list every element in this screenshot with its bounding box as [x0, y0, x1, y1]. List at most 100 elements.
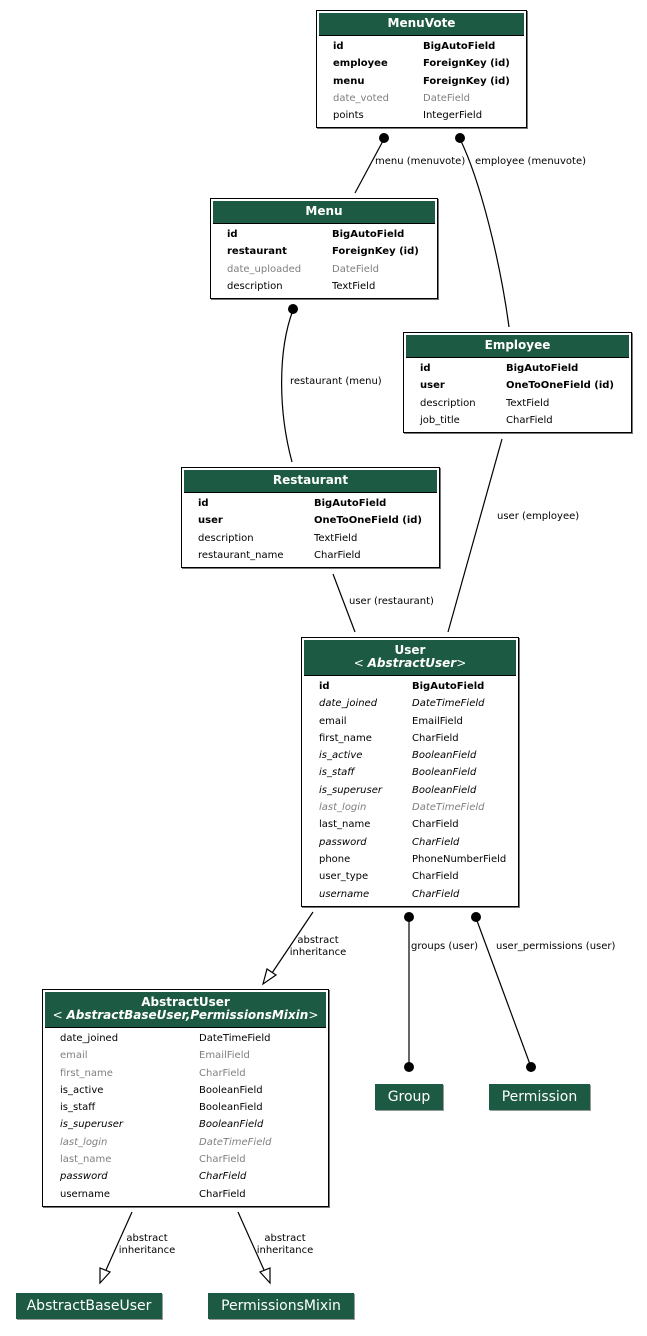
model-user[interactable]: User < AbstractUser> id BigAutoField date_… — [301, 637, 519, 907]
field-type: CharField — [199, 1188, 246, 1200]
field-type: ForeignKey (id) — [332, 246, 419, 258]
model-header: AbstractUser < AbstractBaseUser,Permissi… — [45, 992, 326, 1028]
field-row: date_voted DateField — [317, 90, 526, 107]
field-name: is_active — [319, 750, 363, 762]
field-type: CharField — [314, 549, 361, 561]
field-name: password — [60, 1171, 108, 1183]
edge-label-employee-menuvote: employee (menuvote) — [475, 156, 587, 167]
field-name: job_title — [420, 414, 460, 426]
model-menuvote[interactable]: MenuVote id BigAutoField employee ForeignKe… — [316, 10, 527, 129]
inheritance-arrowhead — [258, 1267, 271, 1285]
field-type: BooleanField — [199, 1119, 264, 1131]
edge-label-abstract-inheritance: abstract inheritance — [256, 1233, 314, 1257]
model-restaurant[interactable]: Restaurant id BigAutoField user OneToOneFie… — [181, 467, 440, 569]
field-row: last_login DateTimeField — [302, 799, 518, 816]
field-row: description TextField — [404, 395, 631, 412]
field-name: is_active — [60, 1084, 104, 1096]
field-name: user — [420, 380, 445, 392]
field-name: first_name — [60, 1067, 113, 1079]
field-row: id BigAutoField — [182, 495, 439, 512]
model-title: User — [394, 643, 426, 657]
field-type: DateTimeField — [412, 698, 485, 710]
field-row: password CharField — [302, 834, 518, 851]
field-name: id — [198, 498, 209, 509]
field-name: description — [420, 397, 476, 409]
field-name: last_login — [60, 1136, 108, 1148]
field-list: id BigAutoField restaurant ForeignKey (id) d… — [211, 224, 437, 298]
field-row: username CharField — [43, 1186, 328, 1203]
field-type: BigAutoField — [423, 41, 496, 52]
field-name: is_staff — [319, 767, 355, 779]
model-abstractuser[interactable]: AbstractUser < AbstractBaseUser,Permissi… — [42, 989, 329, 1207]
field-name: restaurant_name — [198, 549, 284, 561]
field-type: CharField — [412, 836, 460, 848]
field-row: user OneToOneField (id) — [182, 512, 439, 529]
field-name: username — [60, 1188, 110, 1200]
field-name: description — [198, 532, 254, 544]
field-name: email — [319, 715, 347, 727]
model-header: Employee — [406, 335, 629, 358]
field-row: description TextField — [211, 278, 437, 295]
field-type: BigAutoField — [506, 363, 579, 374]
field-list: id BigAutoField employee ForeignKey (id) men… — [317, 36, 526, 127]
field-type: DateField — [332, 263, 379, 275]
field-name: username — [319, 888, 370, 900]
field-row: menu ForeignKey (id) — [317, 73, 526, 90]
field-type: CharField — [412, 871, 459, 883]
edge-label-abstract-inheritance: abstract inheritance — [118, 1233, 176, 1257]
edge-label-user-restaurant: user (restaurant) — [349, 596, 434, 607]
field-type: CharField — [199, 1171, 247, 1183]
field-row: is_superuser BooleanField — [302, 782, 518, 799]
field-name: is_staff — [60, 1102, 96, 1114]
field-name: password — [319, 836, 367, 848]
parent-class-names: AbstractBaseUser,PermissionsMixin — [66, 1008, 309, 1022]
field-row: date_joined DateTimeField — [43, 1030, 328, 1047]
field-type: ForeignKey (id) — [423, 75, 510, 87]
edge-user-employee — [447, 438, 503, 633]
label-line: abstract — [126, 1233, 168, 1244]
parent-class-names: AbstractUser — [367, 656, 457, 670]
field-name: menu — [333, 75, 365, 87]
field-row: is_superuser BooleanField — [43, 1116, 328, 1133]
field-name: id — [420, 363, 431, 374]
model-title: AbstractUser — [141, 995, 230, 1009]
field-row: job_title CharField — [404, 412, 631, 429]
field-type: OneToOneField (id) — [314, 515, 423, 527]
model-title: MenuVote — [387, 16, 456, 30]
field-row: last_login DateTimeField — [43, 1134, 328, 1151]
field-name: restaurant — [227, 246, 287, 258]
node-group[interactable]: Group — [375, 1084, 443, 1110]
model-title: Employee — [484, 338, 551, 352]
field-type: PhoneNumberField — [412, 853, 507, 865]
field-type: BigAutoField — [314, 498, 387, 509]
node-abstractbaseuser[interactable]: AbstractBaseUser — [16, 1293, 162, 1319]
edge-dot-groups-user-bottom — [404, 1062, 414, 1072]
field-name: points — [333, 110, 364, 122]
edge-label-menu-menuvote: menu (menuvote) — [375, 156, 466, 167]
field-row: last_name CharField — [43, 1151, 328, 1168]
field-type: BooleanField — [412, 767, 477, 779]
field-type: TextField — [332, 280, 376, 292]
model-header: Restaurant — [184, 470, 437, 493]
field-name: id — [319, 681, 330, 692]
field-type: ForeignKey (id) — [423, 58, 510, 70]
field-type: DateTimeField — [199, 1136, 272, 1148]
edge-label-abstract-inheritance: abstract inheritance — [289, 935, 347, 959]
field-type: BigAutoField — [332, 229, 405, 240]
node-permission[interactable]: Permission — [489, 1084, 590, 1110]
field-row: points IntegerField — [317, 107, 526, 124]
node-permissionsmixin[interactable]: PermissionsMixin — [208, 1293, 354, 1319]
field-type: DateField — [423, 92, 470, 104]
field-name: id — [227, 229, 238, 240]
model-menu[interactable]: Menu id BigAutoField restaurant ForeignKey … — [210, 198, 438, 300]
field-type: CharField — [412, 732, 459, 744]
field-list: date_joined DateTimeField email EmailField f… — [43, 1028, 328, 1206]
model-employee[interactable]: Employee id BigAutoField user OneToOneField… — [403, 332, 632, 434]
edge-dot-user-permissions-bottom — [526, 1062, 536, 1072]
field-row: last_name CharField — [302, 816, 518, 833]
edge-dot-menu-menuvote — [379, 133, 389, 143]
model-header: User < AbstractUser> — [304, 640, 516, 676]
field-name: phone — [319, 853, 351, 865]
field-name: last_name — [319, 819, 371, 831]
label-line: inheritance — [118, 1245, 176, 1256]
